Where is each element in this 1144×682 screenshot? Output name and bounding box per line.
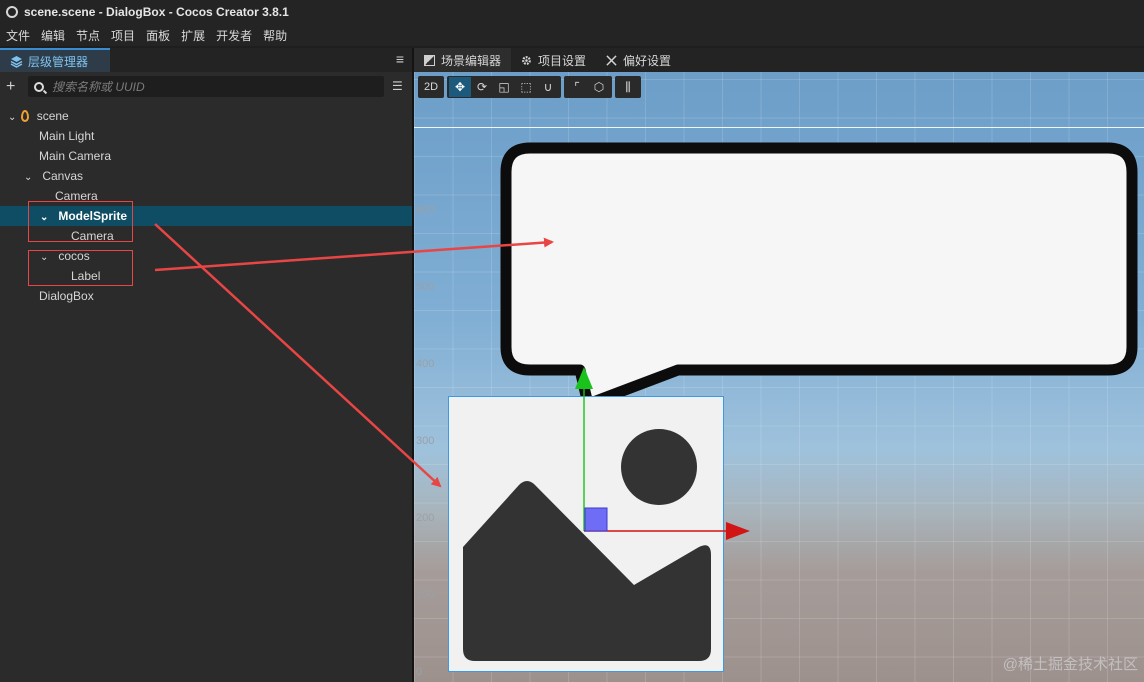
app-logo-icon <box>6 6 18 18</box>
toolbar-group-transform: ✥ ⟳ ◱ ⬚ ∪ <box>447 76 561 98</box>
tab-hierarchy[interactable]: 层级管理器 <box>0 48 110 72</box>
ruler-label: 100 <box>416 589 435 601</box>
tree-node-label: Main Camera <box>39 149 112 163</box>
watermark: @稀土掘金技术社区 <box>1002 656 1138 673</box>
title-bar: scene.scene - DialogBox - Cocos Creator … <box>0 0 1144 24</box>
align-icon[interactable]: ⫼ <box>617 77 639 97</box>
menu-edit[interactable]: 编辑 <box>41 27 65 44</box>
toolbar-group-mode: 2D <box>418 76 444 98</box>
menu-help[interactable]: 帮助 <box>263 27 287 44</box>
gear-icon <box>522 55 531 65</box>
menu-bar: 文件 编辑 节点 项目 面板 扩展 开发者 帮助 <box>0 24 1144 46</box>
menu-project[interactable]: 项目 <box>111 27 135 44</box>
chevron-down-icon[interactable]: ⌄ <box>24 168 34 188</box>
scene-viewport[interactable]: 600 500 400 300 200 100 0 2D ✥ ⟳ ◱ ⬚ ∪ ⌜… <box>414 72 1144 682</box>
ruler-label: 600 <box>416 204 435 216</box>
hierarchy-search-row: + ☰ <box>0 72 412 102</box>
editor-tab-bar: 场景编辑器 项目设置 偏好设置 <box>414 48 1144 72</box>
tab-preferences[interactable]: 偏好设置 <box>596 48 681 72</box>
ruler-label: 200 <box>416 512 435 524</box>
rect-tool-icon[interactable]: ⬚ <box>515 77 537 97</box>
canvas-boundary-line <box>414 127 1144 128</box>
menu-panel[interactable]: 面板 <box>146 27 170 44</box>
scene-editor-icon <box>424 54 435 66</box>
ruler-label: 300 <box>416 435 435 447</box>
panel-menu-icon[interactable]: ≡ <box>392 51 408 67</box>
ruler-label: 500 <box>416 281 435 293</box>
scale-tool-icon[interactable]: ◱ <box>493 77 515 97</box>
scene-icon <box>21 110 30 122</box>
search-input[interactable] <box>52 79 352 94</box>
tools-icon <box>606 54 617 66</box>
tree-node-canvas[interactable]: ⌄ Canvas <box>0 166 412 186</box>
pivot-icon[interactable]: ⌜ <box>566 77 588 97</box>
rotate-tool-icon[interactable]: ⟳ <box>471 77 493 97</box>
tree-node-dialogbox[interactable]: DialogBox <box>0 286 412 306</box>
search-icon <box>34 81 44 92</box>
toolbar-group-space: ⌜ ⬡ <box>564 76 612 98</box>
add-node-icon[interactable]: + <box>6 79 20 95</box>
scene-toolbar: 2D ✥ ⟳ ◱ ⬚ ∪ ⌜ ⬡ ⫼ <box>418 76 641 100</box>
tree-node-label: scene <box>36 109 69 123</box>
menu-developer[interactable]: 开发者 <box>216 27 252 44</box>
local-space-icon[interactable]: ⬡ <box>588 77 610 97</box>
scene-editor-panel: 场景编辑器 项目设置 偏好设置 600 500 400 300 200 100 … <box>414 48 1144 682</box>
move-tool-icon[interactable]: ✥ <box>449 77 471 97</box>
dialog-bubble-sprite[interactable] <box>500 142 1140 402</box>
chevron-down-icon[interactable]: ⌄ <box>8 108 18 128</box>
tab-scene-editor[interactable]: 场景编辑器 <box>414 48 512 72</box>
tab-preferences-label: 偏好设置 <box>623 53 672 68</box>
tree-node-label: Main Light <box>39 129 95 143</box>
hierarchy-panel: 层级管理器 ≡ + ☰ ⌄ scene Main Light Main Came… <box>0 48 412 682</box>
tree-node-label: DialogBox <box>39 289 94 303</box>
ruler-label: 400 <box>416 358 435 370</box>
mode-2d-button[interactable]: 2D <box>420 77 442 97</box>
toolbar-group-align: ⫼ <box>615 76 641 98</box>
tree-node-scene[interactable]: ⌄ scene <box>0 106 412 126</box>
menu-file[interactable]: 文件 <box>6 27 30 44</box>
tab-hierarchy-label: 层级管理器 <box>28 54 89 69</box>
snap-magnet-icon[interactable]: ∪ <box>537 77 559 97</box>
layers-icon <box>10 55 23 68</box>
search-box <box>28 76 384 97</box>
hierarchy-tab-bar: 层级管理器 ≡ <box>0 48 412 72</box>
tree-node-label: Canvas <box>42 169 84 183</box>
transform-gizmo[interactable] <box>574 367 754 547</box>
window-title: scene.scene - DialogBox - Cocos Creator … <box>24 5 289 19</box>
tab-scene-editor-label: 场景编辑器 <box>441 53 502 68</box>
sort-icon[interactable]: ☰ <box>392 80 406 92</box>
annotation-box-cocos <box>28 250 133 286</box>
ruler-label: 0 <box>416 666 423 678</box>
tab-project-settings-label: 项目设置 <box>538 53 587 68</box>
tab-project-settings[interactable]: 项目设置 <box>511 48 596 72</box>
annotation-box-modelsprite <box>28 201 133 242</box>
menu-extension[interactable]: 扩展 <box>181 27 205 44</box>
tree-node-main-light[interactable]: Main Light <box>0 126 412 146</box>
tree-node-main-camera[interactable]: Main Camera <box>0 146 412 166</box>
menu-node[interactable]: 节点 <box>76 27 100 44</box>
